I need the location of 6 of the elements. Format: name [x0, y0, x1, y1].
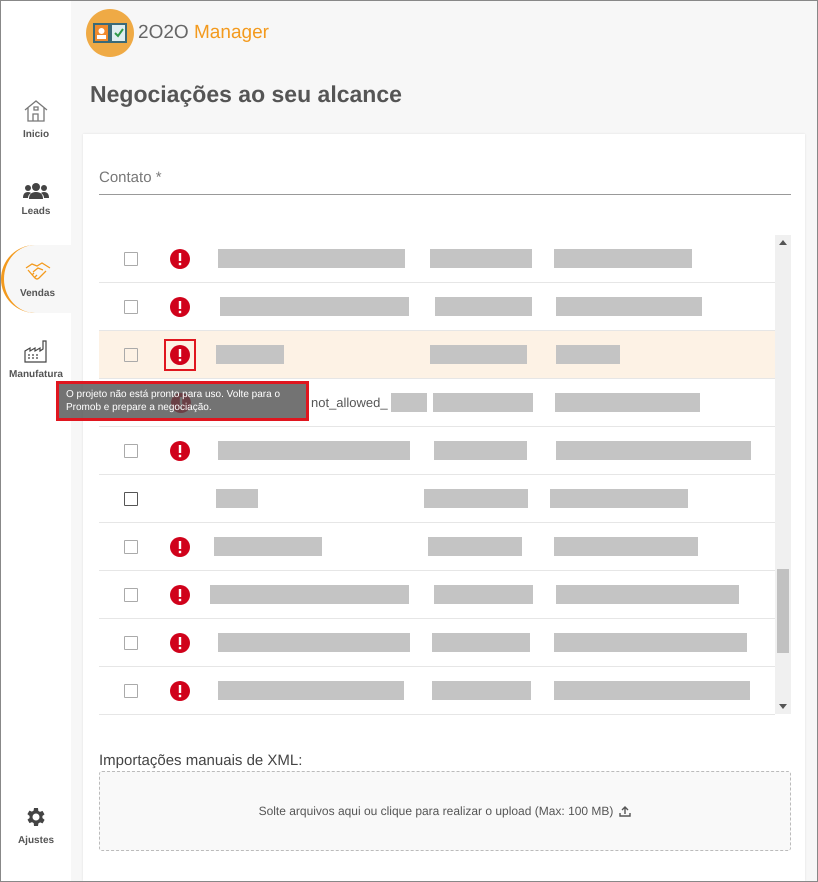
section-label: Importações manuais de XML: [99, 752, 304, 769]
page-title: Negociações ao seu alcance [90, 81, 403, 108]
tooltip: O projeto não está pronto para uso. Volte para o Promob e prepare a negociação. [56, 381, 309, 421]
brand-name: 2O2O Manager [138, 22, 269, 44]
dropzone-text: Solte arquivos aqui ou clique para realizar o upload (Max: 100 MB) [258, 804, 614, 818]
table-cell: not_allowed_ [311, 395, 388, 410]
